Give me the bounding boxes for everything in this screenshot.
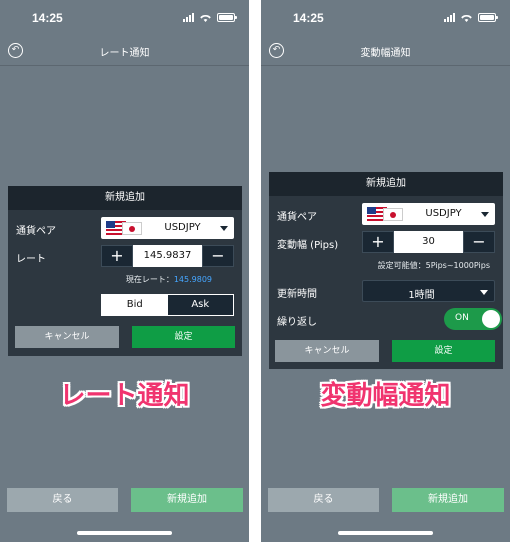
currency-pair-row: 通貨ペア USDJPY	[8, 217, 242, 239]
caption-text: レート通知	[59, 381, 190, 411]
repeat-toggle-label: ON	[455, 313, 469, 323]
range-width-label: 変動幅 (Pips)	[277, 240, 339, 251]
repeat-row: 繰り返し ON	[269, 308, 503, 330]
status-bar: 14:25	[261, 0, 510, 38]
screen-rate-alert: 14:25 ↶ レート通知 新規追加 通貨ペア USDJPY レート + 145…	[0, 0, 249, 542]
home-indicator[interactable]	[338, 531, 433, 535]
home-indicator[interactable]	[77, 531, 172, 535]
new-alert-dialog: 新規追加 通貨ペア USDJPY レート + 145.9837 − 現在レート：…	[8, 186, 242, 356]
nav-bar: ↶ 変動幅通知	[261, 38, 510, 66]
update-time-select[interactable]: 1時間	[362, 280, 495, 302]
new-alert-dialog: 新規追加 通貨ペア USDJPY 変動幅 (Pips) + 30 − 設定可能値…	[269, 172, 503, 369]
range-width-row: 変動幅 (Pips) + 30 −	[269, 231, 503, 253]
jp-flag-icon	[122, 222, 142, 235]
toggle-knob	[482, 310, 500, 328]
set-button[interactable]: 設定	[132, 326, 235, 348]
bid-ask-toggle: Bid Ask	[101, 294, 234, 316]
current-rate-label: 現在レート：	[125, 275, 174, 284]
currency-pair-label: 通貨ペア	[277, 212, 317, 223]
repeat-label: 繰り返し	[277, 317, 317, 328]
wifi-icon	[200, 14, 211, 22]
dialog-title: 新規追加	[8, 186, 242, 210]
cancel-button[interactable]: キャンセル	[275, 340, 379, 362]
back-button[interactable]: 戻る	[268, 488, 379, 512]
cancel-button[interactable]: キャンセル	[15, 326, 119, 348]
signal-icon	[183, 13, 194, 22]
rate-input[interactable]: 145.9837	[133, 245, 202, 267]
battery-icon	[478, 13, 498, 22]
set-button[interactable]: 設定	[392, 340, 495, 362]
rate-decrement-button[interactable]: −	[202, 245, 234, 267]
current-rate-text: 現在レート：145.9809	[126, 274, 212, 285]
system-icons	[444, 13, 498, 22]
dialog-title: 新規追加	[269, 172, 503, 196]
nav-bar: ↶ レート通知	[0, 38, 249, 66]
currency-pair-value: USDJPY	[425, 208, 462, 219]
rate-increment-button[interactable]: +	[101, 245, 133, 267]
rate-label: レート	[16, 254, 46, 265]
battery-icon	[217, 13, 237, 22]
wifi-icon	[461, 14, 472, 22]
chevron-down-icon	[481, 212, 489, 217]
rate-row: レート + 145.9837 −	[8, 245, 242, 267]
page-title: レート通知	[99, 48, 150, 59]
rate-stepper: + 145.9837 −	[101, 245, 234, 267]
page-title: 変動幅通知	[360, 48, 411, 59]
screen-range-alert: 14:25 ↶ 変動幅通知 新規追加 通貨ペア USDJPY 変動幅 (Pips…	[261, 0, 510, 542]
clock: 14:25	[293, 11, 324, 25]
currency-pair-label: 通貨ペア	[16, 226, 56, 237]
current-rate-value: 145.9809	[173, 275, 212, 284]
signal-icon	[444, 13, 455, 22]
currency-pair-row: 通貨ペア USDJPY	[269, 203, 503, 225]
range-width-input[interactable]: 30	[394, 231, 463, 253]
range-hint: 設定可能値：5Pips~1000Pips	[377, 261, 490, 270]
update-time-row: 更新時間 1時間	[269, 280, 503, 302]
update-time-value: 1時間	[408, 290, 435, 301]
range-width-stepper: + 30 −	[362, 231, 495, 253]
add-new-button[interactable]: 新規追加	[131, 488, 243, 512]
update-time-label: 更新時間	[277, 289, 317, 300]
bid-option[interactable]: Bid	[102, 295, 168, 315]
currency-pair-select[interactable]: USDJPY	[362, 203, 495, 225]
add-new-button[interactable]: 新規追加	[392, 488, 504, 512]
currency-pair-value: USDJPY	[164, 222, 201, 233]
caption-text: 変動幅通知	[320, 381, 451, 411]
chevron-down-icon	[220, 226, 228, 231]
range-increment-button[interactable]: +	[362, 231, 394, 253]
range-decrement-button[interactable]: −	[463, 231, 495, 253]
currency-pair-select[interactable]: USDJPY	[101, 217, 234, 239]
chevron-down-icon	[480, 290, 488, 295]
back-button[interactable]: 戻る	[7, 488, 118, 512]
system-icons	[183, 13, 237, 22]
ask-option[interactable]: Ask	[167, 295, 233, 315]
jp-flag-icon	[383, 208, 403, 221]
repeat-toggle[interactable]: ON	[444, 308, 502, 330]
clock: 14:25	[32, 11, 63, 25]
status-bar: 14:25	[0, 0, 249, 38]
